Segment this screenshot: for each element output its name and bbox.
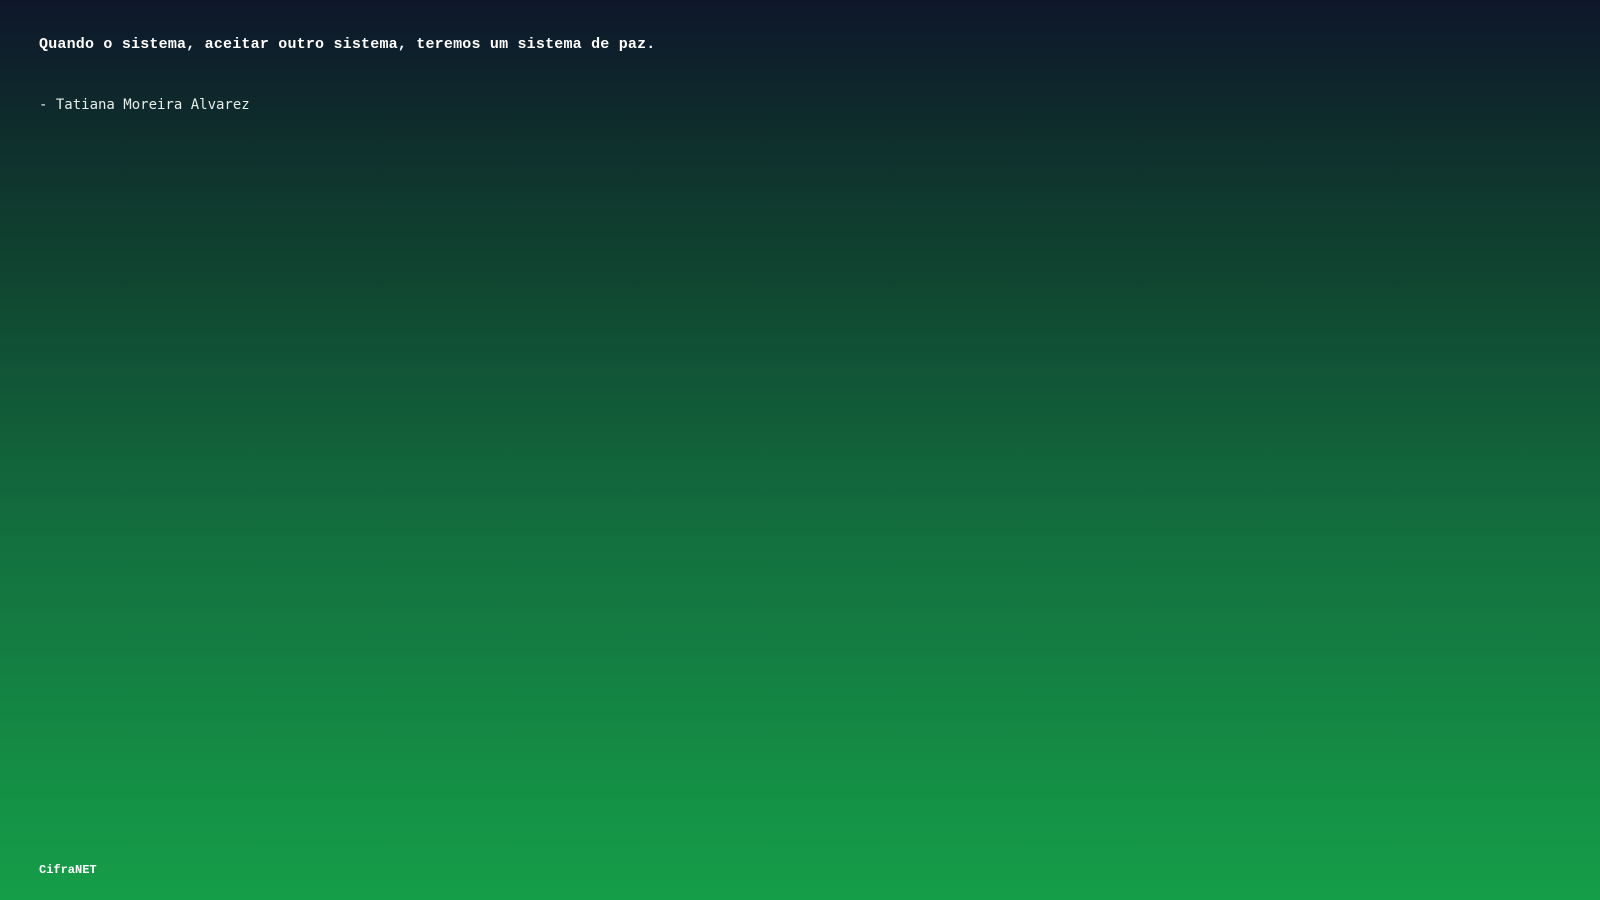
quote-block: Quando o sistema, aceitar outro sistema,… — [39, 36, 656, 113]
quote-text: Quando o sistema, aceitar outro sistema,… — [39, 36, 656, 53]
brand-label: CifraNET — [39, 863, 97, 877]
quote-author: - Tatiana Moreira Alvarez — [39, 97, 250, 113]
